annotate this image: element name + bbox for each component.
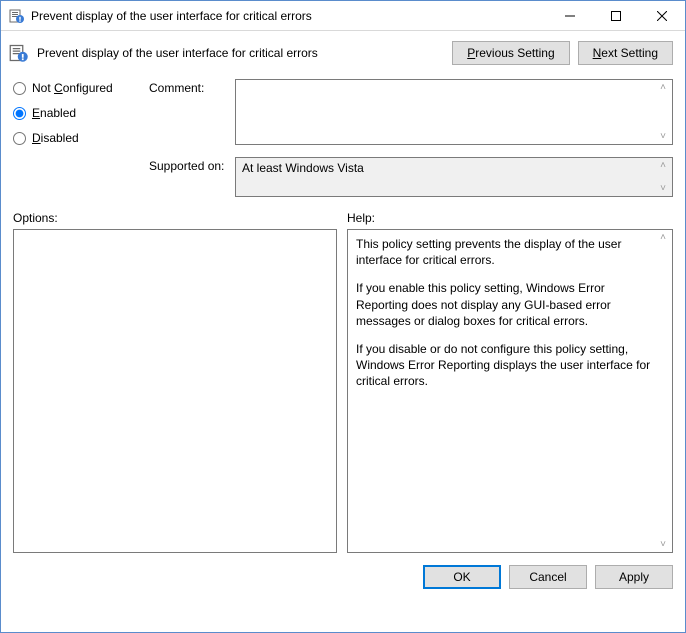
help-paragraph: If you disable or do not configure this … (356, 341, 656, 390)
policy-icon (9, 43, 29, 63)
scroll-up-icon: ˄ (656, 232, 670, 243)
disabled-radio[interactable] (13, 132, 26, 145)
options-label: Options: (13, 211, 337, 225)
window-title: Prevent display of the user interface fo… (31, 9, 547, 23)
titlebar: Prevent display of the user interface fo… (1, 1, 685, 31)
help-pane: This policy setting prevents the display… (347, 229, 673, 553)
supported-on-label: Supported on: (149, 157, 229, 173)
enabled-radio[interactable] (13, 107, 26, 120)
scroll-down-icon: ˅ (656, 539, 670, 550)
close-button[interactable] (639, 1, 685, 31)
apply-button[interactable]: Apply (595, 565, 673, 589)
ok-button[interactable]: OK (423, 565, 501, 589)
scroll-down-icon: ˅ (656, 131, 670, 142)
help-label: Help: (347, 211, 375, 225)
help-paragraph: If you enable this policy setting, Windo… (356, 280, 656, 329)
config-area: Not Configured Enabled Disabled Comment:… (1, 75, 685, 205)
not-configured-radio[interactable] (13, 82, 26, 95)
header-band: Prevent display of the user interface fo… (1, 31, 685, 75)
split-labels: Options: Help: (1, 205, 685, 229)
enabled-label[interactable]: Enabled (32, 106, 76, 120)
state-radio-group: Not Configured Enabled Disabled (13, 79, 143, 145)
policy-icon (9, 8, 25, 24)
cancel-button[interactable]: Cancel (509, 565, 587, 589)
previous-setting-button[interactable]: Previous Setting (452, 41, 569, 65)
help-paragraph: This policy setting prevents the display… (356, 236, 656, 268)
options-pane (13, 229, 337, 553)
disabled-label[interactable]: Disabled (32, 131, 79, 145)
not-configured-label[interactable]: Not Configured (32, 81, 113, 95)
scroll-down-icon: ˅ (656, 183, 670, 194)
supported-on-box: At least Windows Vista ˄ ˅ (235, 157, 673, 197)
policy-title: Prevent display of the user interface fo… (37, 46, 444, 60)
next-setting-button[interactable]: Next Setting (578, 41, 673, 65)
comment-textarea[interactable]: ˄ ˅ (235, 79, 673, 145)
help-text: This policy setting prevents the display… (356, 236, 656, 390)
maximize-button[interactable] (593, 1, 639, 31)
scroll-up-icon: ˄ (656, 160, 670, 171)
comment-label: Comment: (149, 79, 229, 95)
scroll-up-icon: ˄ (656, 82, 670, 93)
supported-on-value: At least Windows Vista (242, 161, 364, 175)
footer-buttons: OK Cancel Apply (1, 553, 685, 599)
split-panes: This policy setting prevents the display… (1, 229, 685, 553)
minimize-button[interactable] (547, 1, 593, 31)
